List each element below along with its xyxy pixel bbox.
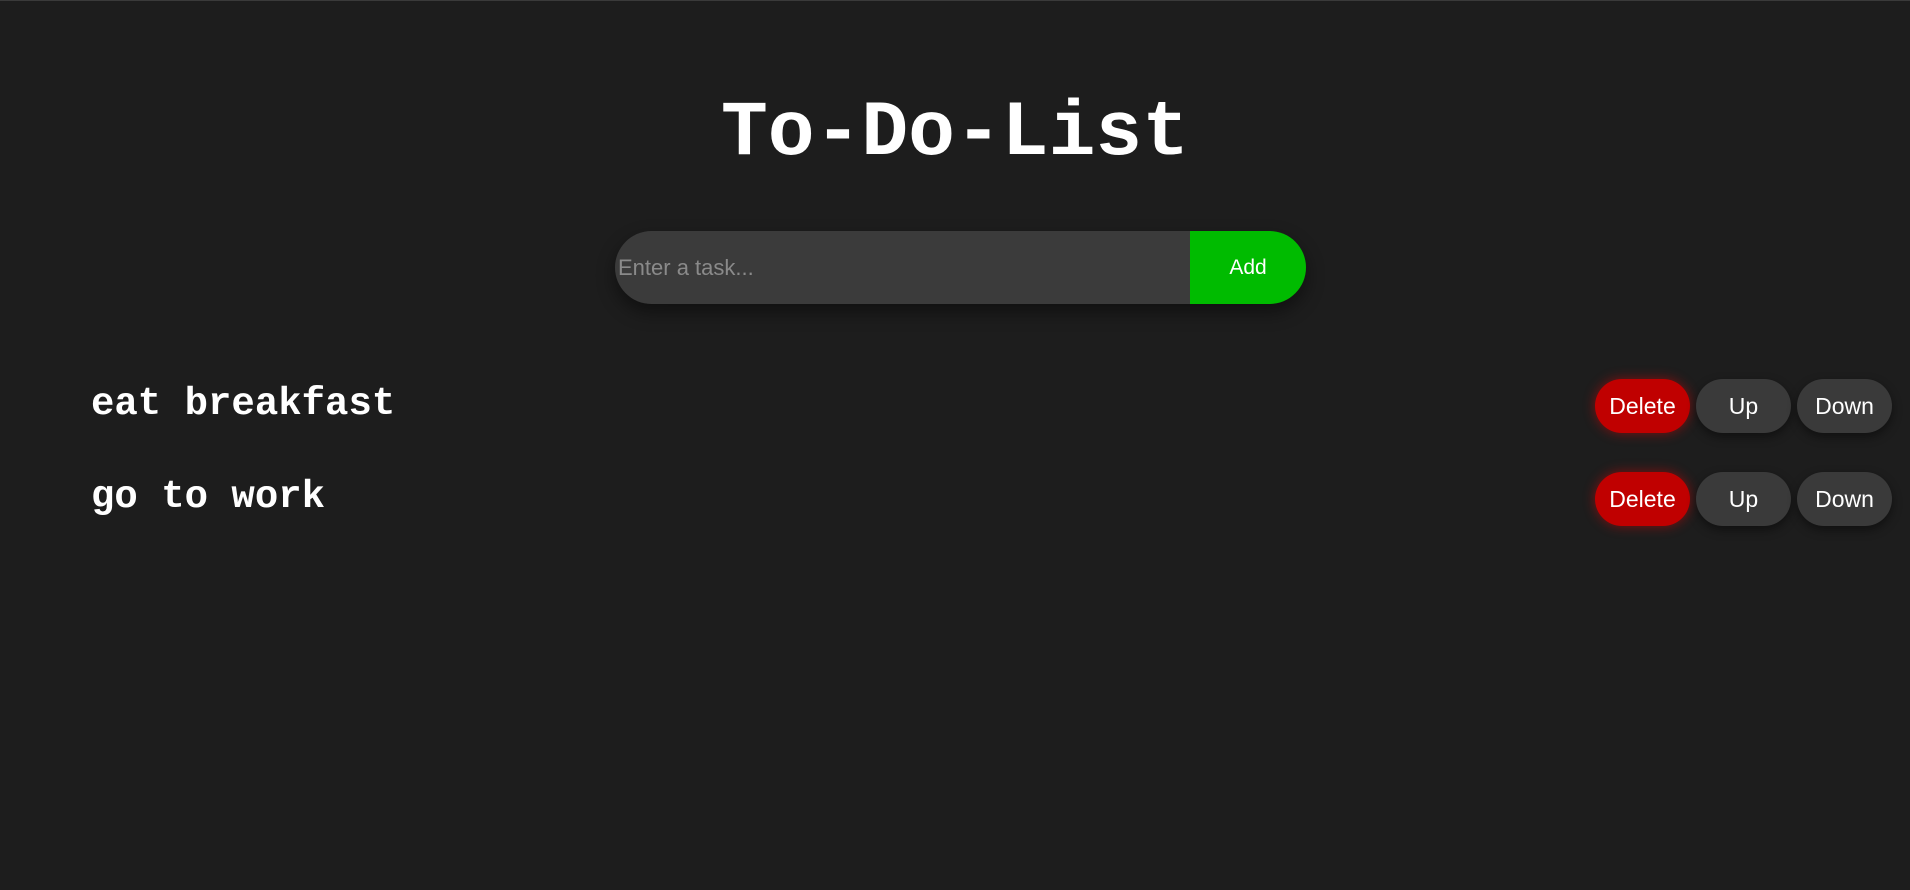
move-down-button[interactable]: Down [1797,472,1892,526]
move-down-button[interactable]: Down [1797,379,1892,433]
move-up-button[interactable]: Up [1696,472,1791,526]
delete-button[interactable]: Delete [1595,472,1690,526]
task-actions: Delete Up Down [1595,472,1892,526]
task-list: eat breakfast Delete Up Down go to work … [0,373,1910,559]
move-up-button[interactable]: Up [1696,379,1791,433]
add-button[interactable]: Add [1190,231,1306,304]
task-text: go to work [91,475,326,519]
task-item: eat breakfast Delete Up Down [0,373,1910,466]
task-actions: Delete Up Down [1595,379,1892,433]
task-input[interactable] [615,231,1190,304]
page-title: To-Do-List [720,90,1190,178]
task-item: go to work Delete Up Down [0,466,1910,559]
delete-button[interactable]: Delete [1595,379,1690,433]
task-text: eat breakfast [91,382,396,426]
add-task-form: Add [615,231,1306,304]
